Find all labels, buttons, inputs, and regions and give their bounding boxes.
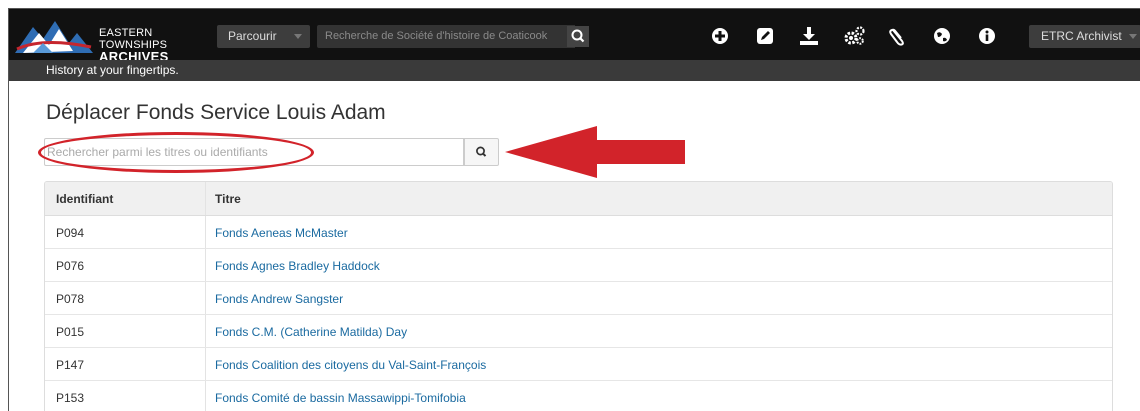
chevron-down-icon <box>294 34 302 39</box>
global-search-input[interactable]: Recherche de Société d'histoire de Coati… <box>317 25 575 48</box>
row-title-link[interactable]: Fonds C.M. (Catherine Matilda) Day <box>215 325 407 339</box>
row-title-link[interactable]: Fonds Coalition des citoyens du Val-Sain… <box>215 358 486 372</box>
global-search-button[interactable] <box>567 26 589 47</box>
edit-icon <box>757 28 773 44</box>
column-header-titre: Titre <box>215 192 241 206</box>
global-search-placeholder: Recherche de Société d'histoire de Coati… <box>325 30 548 42</box>
clipboard-button[interactable] <box>887 25 909 47</box>
fonds-table: Identifiant Titre P094 Fonds Aeneas McMa… <box>44 181 1113 411</box>
site-tagline: History at your fingertips. <box>46 63 179 77</box>
table-row: P094 Fonds Aeneas McMaster <box>45 216 1112 249</box>
user-label: ETRC Archivist <box>1041 29 1122 43</box>
table-row: P153 Fonds Comité de bassin Massawippi-T… <box>45 381 1112 411</box>
row-identifier: P076 <box>56 259 85 273</box>
edit-button[interactable] <box>754 25 776 47</box>
add-button[interactable] <box>709 25 731 47</box>
user-menu-button[interactable]: ETRC Archivist <box>1029 25 1140 48</box>
browse-menu-button[interactable]: Parcourir <box>217 25 310 48</box>
row-identifier: P078 <box>56 292 85 306</box>
row-title-link[interactable]: Fonds Agnes Bradley Haddock <box>215 259 380 273</box>
site-logo[interactable]: EASTERN TOWNSHIPS ARCHIVES PORTAL <box>13 17 198 75</box>
info-icon <box>979 28 995 44</box>
language-icon <box>934 28 950 44</box>
language-button[interactable] <box>931 25 953 47</box>
move-search-button[interactable] <box>464 138 499 166</box>
add-icon <box>712 28 728 44</box>
row-title-link[interactable]: Fonds Andrew Sangster <box>215 292 343 306</box>
row-identifier: P094 <box>56 226 85 240</box>
import-button[interactable] <box>798 25 820 47</box>
table-header: Identifiant Titre <box>45 182 1112 216</box>
table-row: P147 Fonds Coalition des citoyens du Val… <box>45 348 1112 381</box>
row-identifier: P015 <box>56 325 85 339</box>
archives-portal-logo-icon <box>15 21 93 53</box>
chevron-down-icon <box>1129 34 1137 39</box>
annotation-arrow-icon <box>505 126 685 178</box>
table-row: P076 Fonds Agnes Bradley Haddock <box>45 249 1112 282</box>
browse-label: Parcourir <box>228 29 277 43</box>
row-title-link[interactable]: Fonds Comité de bassin Massawippi-Tomifo… <box>215 391 466 405</box>
search-icon <box>571 29 585 43</box>
clipboard-icon <box>889 28 904 46</box>
move-search-input[interactable] <box>44 138 464 166</box>
app-window: EASTERN TOWNSHIPS ARCHIVES PORTAL Parcou… <box>8 8 1140 411</box>
table-row: P015 Fonds C.M. (Catherine Matilda) Day <box>45 315 1112 348</box>
info-button[interactable] <box>976 25 998 47</box>
logo-line1: EASTERN TOWNSHIPS <box>99 27 168 51</box>
tagline-bar: History at your fingertips. <box>9 60 1140 81</box>
search-icon <box>476 146 487 157</box>
move-search-form <box>44 138 464 166</box>
top-navbar: EASTERN TOWNSHIPS ARCHIVES PORTAL Parcou… <box>9 9 1140 75</box>
settings-icon <box>844 26 865 45</box>
settings-button[interactable] <box>842 25 865 47</box>
import-icon <box>800 27 818 45</box>
column-header-identifiant: Identifiant <box>56 192 114 206</box>
page-title: Déplacer Fonds Service Louis Adam <box>46 101 386 124</box>
table-row: P078 Fonds Andrew Sangster <box>45 282 1112 315</box>
row-identifier: P153 <box>56 391 85 405</box>
row-title-link[interactable]: Fonds Aeneas McMaster <box>215 226 348 240</box>
row-identifier: P147 <box>56 358 85 372</box>
